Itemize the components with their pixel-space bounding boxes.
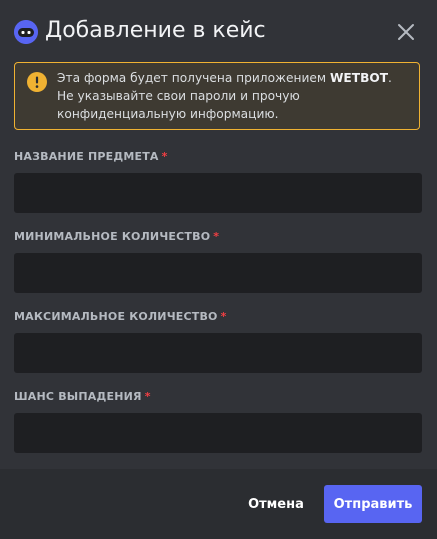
required-mark: * xyxy=(220,310,227,323)
modal-title: Добавление в кейс xyxy=(45,18,266,43)
item-name-input[interactable] xyxy=(14,173,422,213)
modal-dialog: Добавление в кейс Эта форма будет получе… xyxy=(0,0,437,539)
warning-app-name: WETBOT xyxy=(329,71,389,85)
required-mark: * xyxy=(213,230,220,243)
modal-footer: Отмена Отправить xyxy=(0,469,437,539)
field-label-item-name: НАЗВАНИЕ ПРЕДМЕТА * xyxy=(14,150,168,164)
close-icon[interactable] xyxy=(394,20,418,44)
min-quantity-input[interactable] xyxy=(14,253,422,293)
required-mark: * xyxy=(161,150,168,163)
cancel-button[interactable]: Отмена xyxy=(240,485,312,523)
warning-text: Эта форма будет получена приложением WET… xyxy=(57,69,412,123)
warning-text-before: Эта форма будет получена приложением xyxy=(57,71,330,85)
discord-bot-icon xyxy=(14,20,38,44)
field-label-text: МАКСИМАЛЬНОЕ КОЛИЧЕСТВО xyxy=(14,310,218,323)
field-label-min-quantity: МИНИМАЛЬНОЕ КОЛИЧЕСТВО * xyxy=(14,230,219,244)
field-label-text: МИНИМАЛЬНОЕ КОЛИЧЕСТВО xyxy=(14,230,211,243)
exclamation-icon xyxy=(27,72,47,92)
field-label-drop-chance: ШАНС ВЫПАДЕНИЯ * xyxy=(14,390,151,404)
field-label-text: ШАНС ВЫПАДЕНИЯ xyxy=(14,390,142,403)
field-label-text: НАЗВАНИЕ ПРЕДМЕТА xyxy=(14,150,159,163)
warning-banner: Эта форма будет получена приложением WET… xyxy=(14,62,420,130)
drop-chance-input[interactable] xyxy=(14,413,422,453)
max-quantity-input[interactable] xyxy=(14,333,422,373)
required-mark: * xyxy=(144,390,151,403)
submit-button[interactable]: Отправить xyxy=(324,485,422,523)
modal-header: Добавление в кейс xyxy=(0,0,437,62)
field-label-max-quantity: МАКСИМАЛЬНОЕ КОЛИЧЕСТВО * xyxy=(14,310,227,324)
